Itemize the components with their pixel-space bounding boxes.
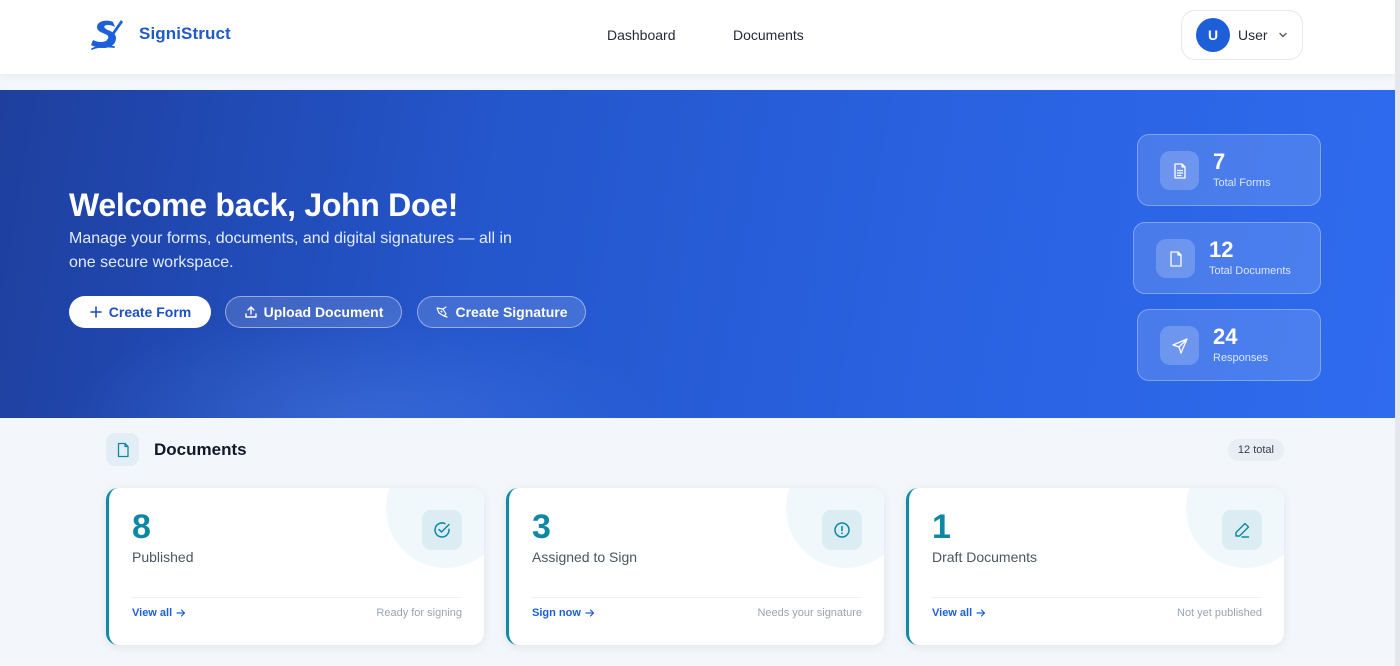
user-menu-button[interactable]: U User: [1181, 10, 1303, 60]
nav-dashboard[interactable]: Dashboard: [607, 27, 676, 43]
alert-circle-icon: [822, 510, 862, 550]
sign-now-link[interactable]: Sign now: [532, 607, 595, 619]
documents-section-header: Documents 12 total: [106, 433, 1284, 467]
card-divider: [932, 597, 1262, 598]
card-label: Draft Documents: [932, 549, 1038, 565]
card-label: Published: [132, 549, 194, 565]
card-count: 1: [932, 508, 951, 546]
card-divider: [132, 597, 462, 598]
arrow-right-icon: [585, 609, 594, 617]
upload-document-label: Upload Document: [263, 304, 384, 320]
stat-label: Total Forms: [1213, 177, 1271, 189]
hero-subtitle: Manage your forms, documents, and digita…: [69, 230, 512, 271]
draft-documents-card[interactable]: 1 Draft Documents View all Not yet publi…: [906, 488, 1284, 645]
stat-label: Responses: [1213, 352, 1269, 364]
assigned-to-sign-card[interactable]: 3 Assigned to Sign Sign now Needs your s…: [506, 488, 884, 645]
file-icon: [1156, 239, 1195, 278]
upload-icon: [244, 306, 257, 318]
document-icon: [106, 433, 139, 466]
action-label: Sign now: [532, 607, 581, 619]
create-form-label: Create Form: [108, 304, 192, 320]
view-all-published-link[interactable]: View all: [132, 607, 186, 619]
nav-documents[interactable]: Documents: [733, 27, 804, 43]
stat-card-total-forms: 7 Total Forms: [1137, 134, 1321, 206]
check-circle-icon: [422, 510, 462, 550]
user-label: User: [1238, 27, 1268, 43]
card-hint: Ready for signing: [376, 607, 462, 619]
signature-pen-icon: [436, 306, 449, 318]
chevron-down-icon: [1278, 32, 1287, 38]
avatar: U: [1196, 18, 1230, 52]
plus-icon: [89, 306, 102, 318]
section-title: Documents: [154, 440, 247, 459]
send-icon: [1160, 326, 1199, 365]
upload-document-button[interactable]: Upload Document: [225, 296, 402, 328]
total-badge: 12 total: [1227, 439, 1284, 461]
page-title: Welcome back, John Doe!: [69, 187, 459, 223]
stat-card-responses: 24 Responses: [1137, 309, 1321, 381]
stat-value: 7: [1213, 149, 1226, 174]
arrow-right-icon: [176, 609, 186, 617]
stat-value: 12: [1209, 237, 1234, 262]
card-hint: Not yet published: [1177, 607, 1262, 619]
arrow-right-icon: [976, 609, 986, 617]
scrollbar[interactable]: [1395, 0, 1400, 666]
create-signature-button[interactable]: Create Signature: [417, 296, 586, 328]
brand-name: SigniStruct: [139, 24, 231, 43]
view-all-drafts-link[interactable]: View all: [932, 607, 986, 619]
brand[interactable]: SigniStruct: [88, 16, 231, 52]
pen-icon: [1222, 510, 1262, 550]
stat-card-total-documents: 12 Total Documents: [1133, 222, 1321, 294]
create-signature-label: Create Signature: [455, 304, 568, 320]
action-label: View all: [132, 607, 173, 619]
hero-banner: Welcome back, John Doe! Manage your form…: [0, 90, 1395, 418]
top-navbar: SigniStruct Dashboard Documents U User: [0, 0, 1395, 74]
card-count: 3: [532, 508, 551, 546]
card-divider: [532, 597, 862, 598]
create-form-button[interactable]: Create Form: [69, 296, 211, 328]
stat-value: 24: [1213, 324, 1238, 349]
action-label: View all: [932, 607, 973, 619]
card-hint: Needs your signature: [757, 607, 862, 619]
file-text-icon: [1160, 151, 1199, 190]
stat-label: Total Documents: [1209, 265, 1291, 277]
card-label: Assigned to Sign: [532, 549, 638, 565]
published-card[interactable]: 8 Published View all Ready for signing: [106, 488, 484, 645]
card-count: 8: [132, 508, 151, 546]
signistruct-logo-icon: [91, 20, 123, 50]
